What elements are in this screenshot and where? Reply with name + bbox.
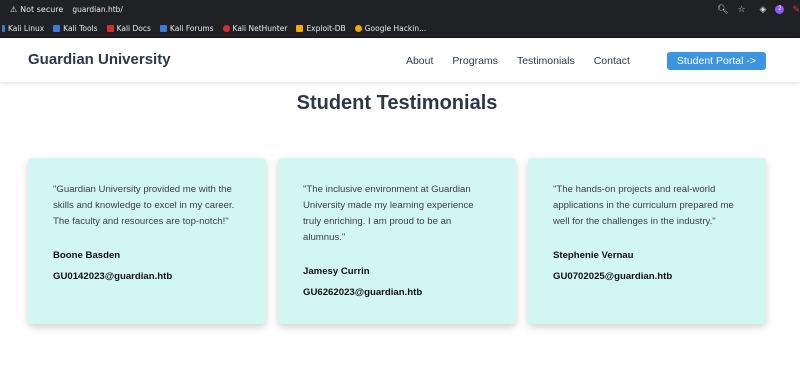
star-icon[interactable]: ☆ bbox=[737, 5, 745, 15]
testimonial-author: Jamesy Currin bbox=[303, 266, 370, 277]
extension-red-icon[interactable]: ✎ bbox=[792, 4, 800, 15]
bookmark-google-hacking[interactable]: Google Hackin... bbox=[354, 24, 426, 33]
testimonial-card: "The inclusive environment at Guardian U… bbox=[278, 158, 516, 324]
nav-programs[interactable]: Programs bbox=[452, 55, 498, 67]
security-label: Not secure bbox=[20, 5, 64, 14]
google-hacking-icon bbox=[354, 24, 362, 32]
kali-linux-icon bbox=[2, 24, 5, 32]
testimonial-email: GU6262023@guardian.htb bbox=[303, 287, 423, 298]
nav-testimonials[interactable]: Testimonials bbox=[517, 55, 575, 67]
site-header: Guardian University About Programs Testi… bbox=[0, 39, 800, 82]
testimonial-quote: "Guardian University provided me with th… bbox=[53, 184, 235, 227]
bookmark-kali-forums[interactable]: Kali Forums bbox=[159, 24, 214, 33]
warning-icon: ⚠ bbox=[10, 5, 18, 14]
site-brand[interactable]: Guardian University bbox=[28, 51, 171, 68]
student-portal-button[interactable]: Student Portal -> bbox=[666, 51, 766, 70]
testimonial-quote: "The hands-on projects and real-world ap… bbox=[553, 184, 734, 227]
bookmark-kali-nethunter[interactable]: Kali NetHunter bbox=[222, 24, 287, 33]
testimonials-list: "Guardian University provided me with th… bbox=[28, 158, 778, 324]
extension-badge[interactable]: 2 bbox=[775, 5, 785, 14]
testimonial-email: GU0702025@guardian.htb bbox=[553, 271, 673, 282]
testimonial-email: GU0142023@guardian.htb bbox=[53, 271, 173, 282]
kali-nethunter-icon bbox=[222, 24, 230, 32]
kali-docs-icon bbox=[106, 24, 114, 32]
testimonial-quote: "The inclusive environment at Guardian U… bbox=[303, 184, 474, 243]
kali-tools-icon bbox=[53, 24, 61, 32]
testimonial-card: "Guardian University provided me with th… bbox=[28, 158, 266, 324]
bookmark-exploit-db[interactable]: Exploit-DB bbox=[296, 24, 346, 33]
exploit-db-icon bbox=[296, 24, 304, 32]
kali-forums-icon bbox=[159, 24, 167, 32]
browser-url-bar: ⚠ Not secure guardian.htb/ 🔍︎ ☆ ◈ 2 ✎ bbox=[0, 0, 800, 19]
address-input[interactable]: guardian.htb/ bbox=[72, 5, 123, 14]
extension-icon[interactable]: ◈ bbox=[760, 5, 767, 15]
bookmark-kali-tools[interactable]: Kali Tools bbox=[53, 24, 98, 33]
page-title: Student Testimonials bbox=[296, 92, 498, 114]
nav-about[interactable]: About bbox=[406, 55, 433, 67]
security-indicator[interactable]: ⚠ Not secure bbox=[10, 5, 63, 14]
bookmarks-bar: Kali Linux Kali Tools Kali Docs Kali For… bbox=[0, 19, 800, 38]
zoom-icon[interactable]: 🔍︎ bbox=[717, 5, 728, 15]
nav-contact[interactable]: Contact bbox=[594, 55, 630, 67]
testimonial-author: Boone Basden bbox=[53, 250, 121, 261]
bookmark-kali-docs[interactable]: Kali Docs bbox=[106, 24, 151, 33]
testimonial-author: Stephenie Vernau bbox=[553, 250, 634, 261]
testimonial-card: "The hands-on projects and real-world ap… bbox=[528, 158, 766, 324]
main-nav: About Programs Testimonials Contact Stud… bbox=[387, 39, 766, 82]
bookmark-kali-linux[interactable]: Kali Linux bbox=[2, 24, 44, 33]
